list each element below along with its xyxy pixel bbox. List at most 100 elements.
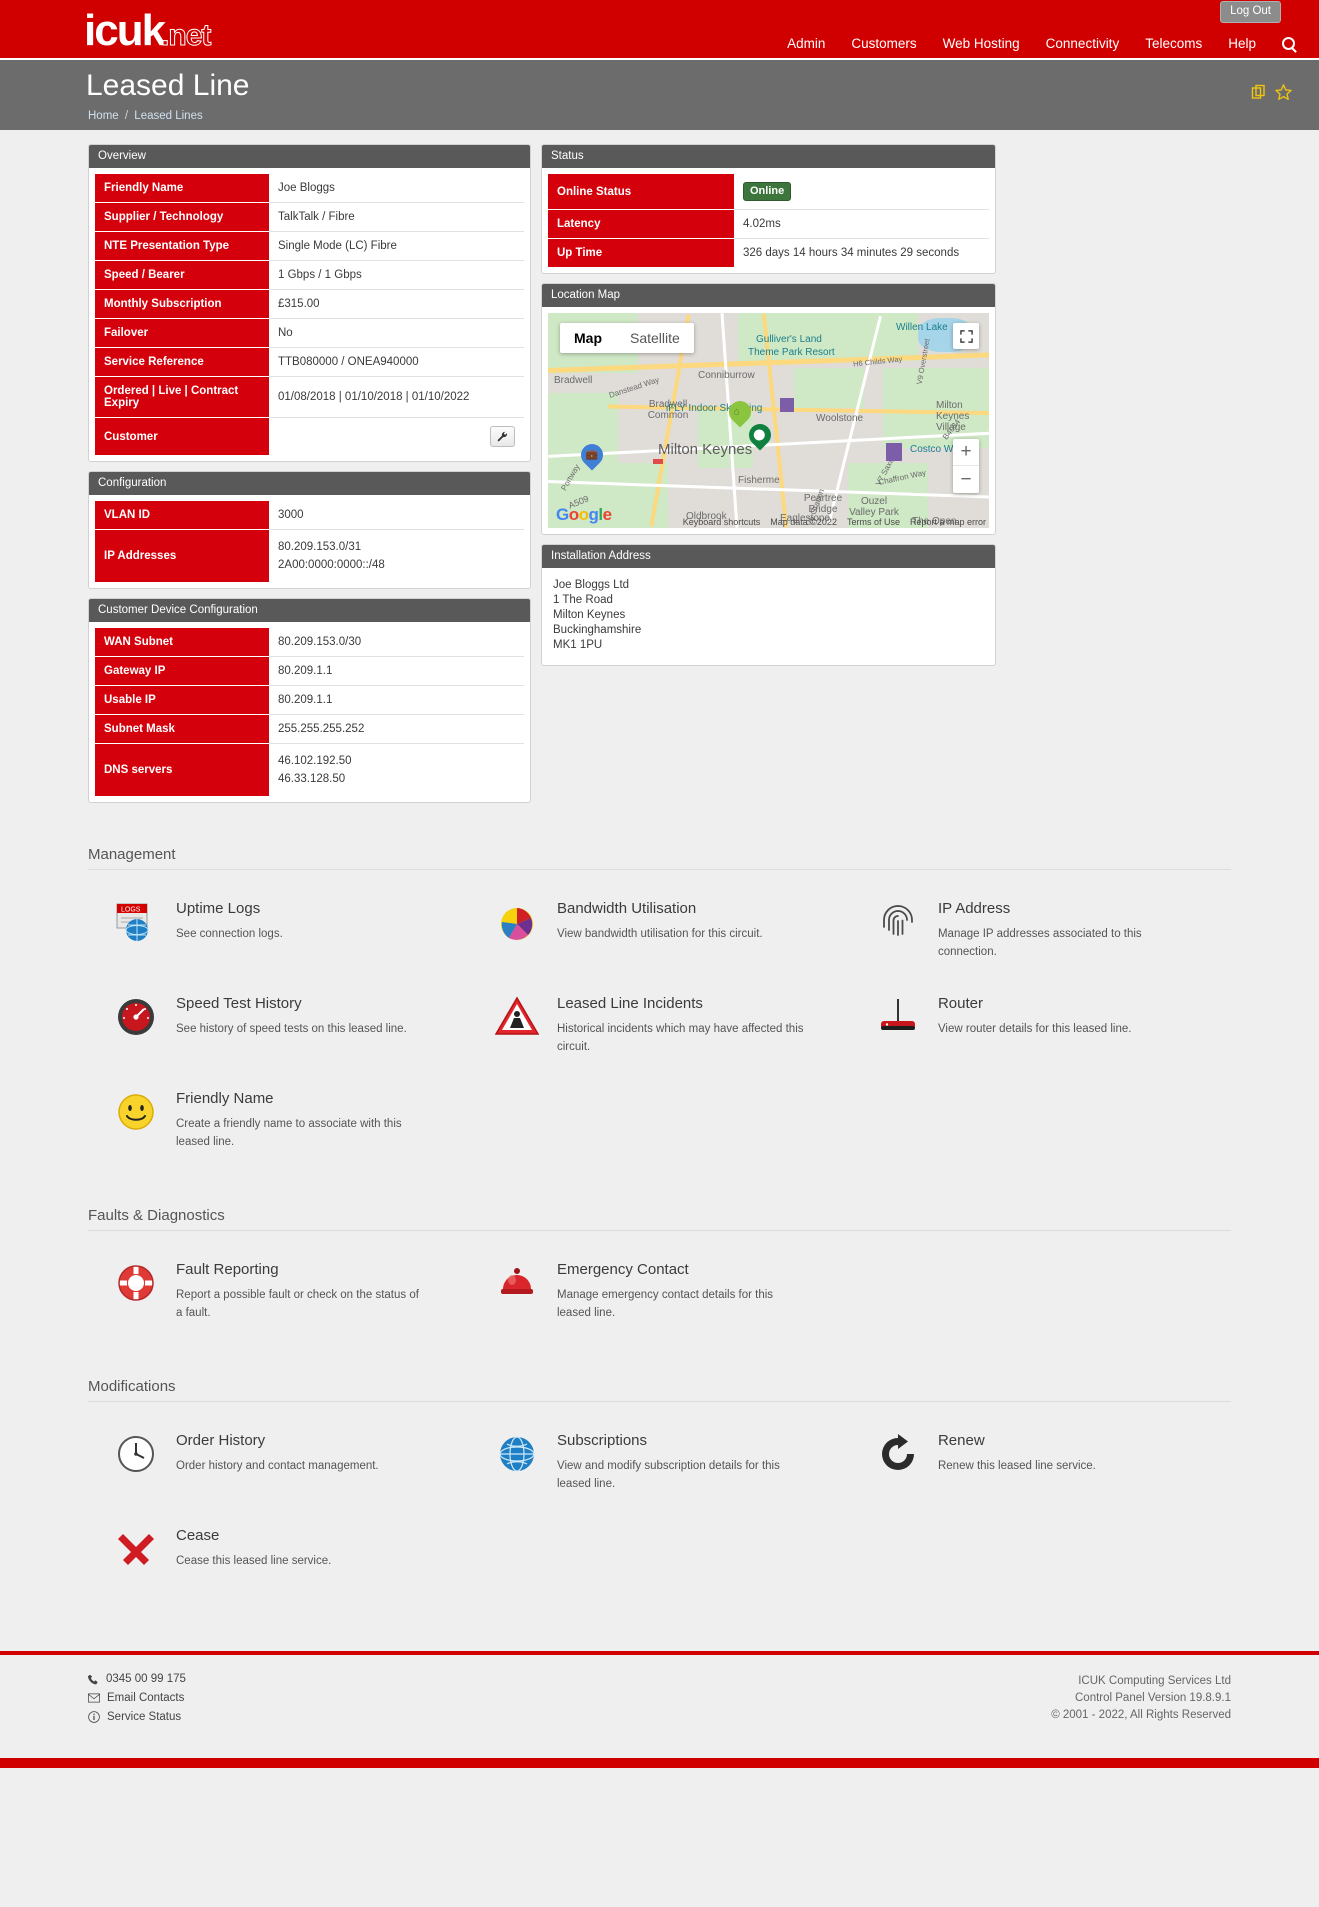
- map-zoom-in-button[interactable]: +: [953, 439, 979, 466]
- lifebuoy-icon: [108, 1261, 164, 1313]
- search-icon[interactable]: [1282, 37, 1295, 50]
- map-report-error-link[interactable]: Report a map error: [910, 517, 986, 527]
- map-zoom-out-button[interactable]: −: [953, 466, 979, 493]
- tile-ip-address[interactable]: IP Address Manage IP addresses associate…: [850, 888, 1231, 983]
- map-fullscreen-button[interactable]: [953, 323, 979, 349]
- map-terms-link[interactable]: Terms of Use: [847, 517, 900, 527]
- tile-title[interactable]: Leased Line Incidents: [557, 995, 807, 1012]
- address-line: Buckinghamshire: [553, 624, 642, 636]
- footer-bottom-bar: [0, 1758, 1319, 1768]
- row-label: Online Status: [548, 174, 734, 210]
- red-cross-icon: [108, 1527, 164, 1579]
- map-label: Bradwell: [554, 375, 593, 386]
- phone-icon: [88, 1674, 98, 1684]
- tile-title[interactable]: Router: [938, 995, 1131, 1012]
- device-configuration-panel-title: Customer Device Configuration: [89, 599, 530, 622]
- table-row: IP Addresses 80.209.153.0/31 2A00:0000:0…: [95, 530, 524, 582]
- left-column: Overview Friendly Name Joe Bloggs Supplie…: [88, 144, 531, 812]
- nav-item-customers[interactable]: Customers: [851, 36, 916, 51]
- address-line: 1 The Road: [553, 594, 613, 606]
- breadcrumb-leased-lines[interactable]: Leased Lines: [134, 110, 202, 122]
- row-label: Usable IP: [95, 686, 269, 715]
- page-title: Leased Line: [86, 69, 250, 102]
- address-line: Milton Keynes: [553, 609, 626, 621]
- tile-title[interactable]: Cease: [176, 1527, 331, 1544]
- nav-item-admin[interactable]: Admin: [787, 36, 825, 51]
- tile-title[interactable]: Uptime Logs: [176, 900, 283, 917]
- row-value: 1 Gbps / 1 Gbps: [269, 261, 524, 290]
- nav-item-help[interactable]: Help: [1228, 36, 1256, 51]
- map-keyboard-shortcuts[interactable]: Keyboard shortcuts: [683, 517, 761, 527]
- tile-title[interactable]: Speed Test History: [176, 995, 407, 1012]
- footer-phone[interactable]: 0345 00 99 175: [88, 1673, 186, 1685]
- edit-customer-button[interactable]: [490, 426, 515, 447]
- star-icon[interactable]: [1275, 84, 1292, 100]
- map-type-map[interactable]: Map: [560, 323, 616, 353]
- status-badge: Online: [743, 182, 792, 201]
- row-value: 326 days 14 hours 34 minutes 29 seconds: [734, 239, 989, 267]
- tile-uptime-logs[interactable]: LOGS Uptime Logs See connection logs.: [88, 888, 469, 983]
- tile-fault-reporting[interactable]: Fault Reporting Report a possible fault …: [88, 1249, 469, 1344]
- envelope-icon: [88, 1693, 100, 1703]
- tile-title[interactable]: Order History: [176, 1432, 379, 1449]
- tile-speed-test-history[interactable]: Speed Test History See history of speed …: [88, 983, 469, 1078]
- tile-cease[interactable]: Cease Cease this leased line service.: [88, 1515, 469, 1601]
- tile-title[interactable]: Friendly Name: [176, 1090, 426, 1107]
- map-type-satellite[interactable]: Satellite: [616, 323, 694, 353]
- tile-title[interactable]: IP Address: [938, 900, 1188, 917]
- modifications-section: Modifications Order History Order histor…: [0, 1378, 1319, 1601]
- logout-button[interactable]: Log Out: [1220, 1, 1281, 23]
- row-label: IP Addresses: [95, 530, 269, 582]
- tile-title[interactable]: Fault Reporting: [176, 1261, 426, 1278]
- page-actions: [1251, 84, 1292, 100]
- row-label: Speed / Bearer: [95, 261, 269, 290]
- breadcrumb-home[interactable]: Home: [88, 110, 119, 122]
- map-zoom-controls[interactable]: + −: [953, 439, 979, 493]
- footer-email-link[interactable]: Email Contacts: [107, 1692, 184, 1704]
- tile-title[interactable]: Renew: [938, 1432, 1096, 1449]
- main-content: Overview Friendly Name Joe Bloggs Supplie…: [0, 130, 1319, 812]
- tile-router[interactable]: Router View router details for this leas…: [850, 983, 1231, 1078]
- site-logo[interactable]: icuk.net: [84, 6, 212, 58]
- row-value: TTB080000 / ONEA940000: [269, 348, 524, 377]
- nav-item-web-hosting[interactable]: Web Hosting: [943, 36, 1020, 51]
- footer-phone-number: 0345 00 99 175: [106, 1673, 186, 1685]
- tile-title[interactable]: Subscriptions: [557, 1432, 807, 1449]
- tile-friendly-name[interactable]: Friendly Name Create a friendly name to …: [88, 1078, 469, 1173]
- table-row: VLAN ID 3000: [95, 501, 524, 530]
- map-type-switcher[interactable]: Map Satellite: [560, 323, 694, 353]
- map-label: Theme Park Resort: [748, 347, 835, 358]
- row-label: Monthly Subscription: [95, 290, 269, 319]
- tile-renew[interactable]: Renew Renew this leased line service.: [850, 1420, 1231, 1515]
- management-section: Management LOGS Uptime Logs See connecti…: [0, 846, 1319, 1173]
- copy-icon[interactable]: [1251, 84, 1267, 100]
- location-map[interactable]: Gulliver's Land Theme Park Resort Willen…: [548, 313, 989, 528]
- pie-chart-icon: [489, 900, 545, 952]
- top-bar: icuk.net Log Out Admin Customers Web Hos…: [0, 0, 1319, 58]
- footer-status-link[interactable]: Service Status: [107, 1711, 181, 1723]
- tile-leased-line-incidents[interactable]: Leased Line Incidents Historical inciden…: [469, 983, 850, 1078]
- address-line: Joe Bloggs Ltd: [553, 579, 630, 591]
- location-map-panel: Location Map Gulliver's Land Theme Park …: [541, 283, 996, 535]
- row-label: WAN Subnet: [95, 628, 269, 657]
- overview-table: Friendly Name Joe Bloggs Supplier / Techn…: [95, 174, 524, 455]
- tile-description: Renew this leased line service.: [937, 1460, 1096, 1472]
- nav-item-connectivity[interactable]: Connectivity: [1046, 36, 1120, 51]
- tile-title[interactable]: Emergency Contact: [557, 1261, 807, 1278]
- management-section-title: Management: [88, 846, 1231, 870]
- row-label: DNS servers: [95, 744, 269, 796]
- footer-service-status[interactable]: Service Status: [88, 1711, 186, 1723]
- tile-title[interactable]: Bandwidth Utilisation: [557, 900, 763, 917]
- tile-emergency-contact[interactable]: Emergency Contact Manage emergency conta…: [469, 1249, 850, 1344]
- tile-order-history[interactable]: Order History Order history and contact …: [88, 1420, 469, 1515]
- tile-description: Create a friendly name to associate with…: [176, 1118, 402, 1148]
- logs-globe-icon: LOGS: [108, 900, 164, 952]
- footer-company-name: ICUK Computing Services Ltd: [1078, 1675, 1231, 1687]
- footer-email-contacts[interactable]: Email Contacts: [88, 1692, 186, 1704]
- tile-bandwidth-utilisation[interactable]: Bandwidth Utilisation View bandwidth uti…: [469, 888, 850, 983]
- google-logo: Google: [556, 505, 612, 524]
- footer: 0345 00 99 175 Email Contacts Service St…: [0, 1655, 1319, 1758]
- nav-item-telecoms[interactable]: Telecoms: [1145, 36, 1202, 51]
- logo-text: icuk: [84, 6, 166, 55]
- tile-subscriptions[interactable]: Subscriptions View and modify subscripti…: [469, 1420, 850, 1515]
